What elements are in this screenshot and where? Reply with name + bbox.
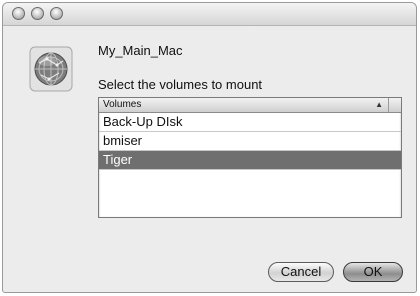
close-window-button[interactable] [12,7,25,20]
server-name-label: My_Main_Mac [98,43,183,58]
volumes-list[interactable]: Volumes ▲ Back-Up DIsk bmiser Tiger [98,97,402,218]
sort-ascending-icon: ▲ [375,100,383,109]
server-globe-icon [29,46,73,92]
volumes-column-label: Volumes [103,99,142,110]
ok-button[interactable]: OK [343,262,403,282]
title-bar [3,3,416,26]
minimize-window-button[interactable] [31,7,44,20]
volume-row-tiger[interactable]: Tiger [99,151,401,170]
volumes-column-header[interactable]: Volumes ▲ [99,98,401,113]
mount-volumes-dialog: My_Main_Mac Select the volumes to mount … [2,2,417,293]
volume-row-bmiser[interactable]: bmiser [99,132,401,151]
header-end-cap [388,98,401,112]
zoom-window-button[interactable] [50,7,63,20]
volume-row-backup-disk[interactable]: Back-Up DIsk [99,113,401,132]
cancel-button[interactable]: Cancel [268,262,334,282]
volumes-prompt-label: Select the volumes to mount [98,77,263,92]
